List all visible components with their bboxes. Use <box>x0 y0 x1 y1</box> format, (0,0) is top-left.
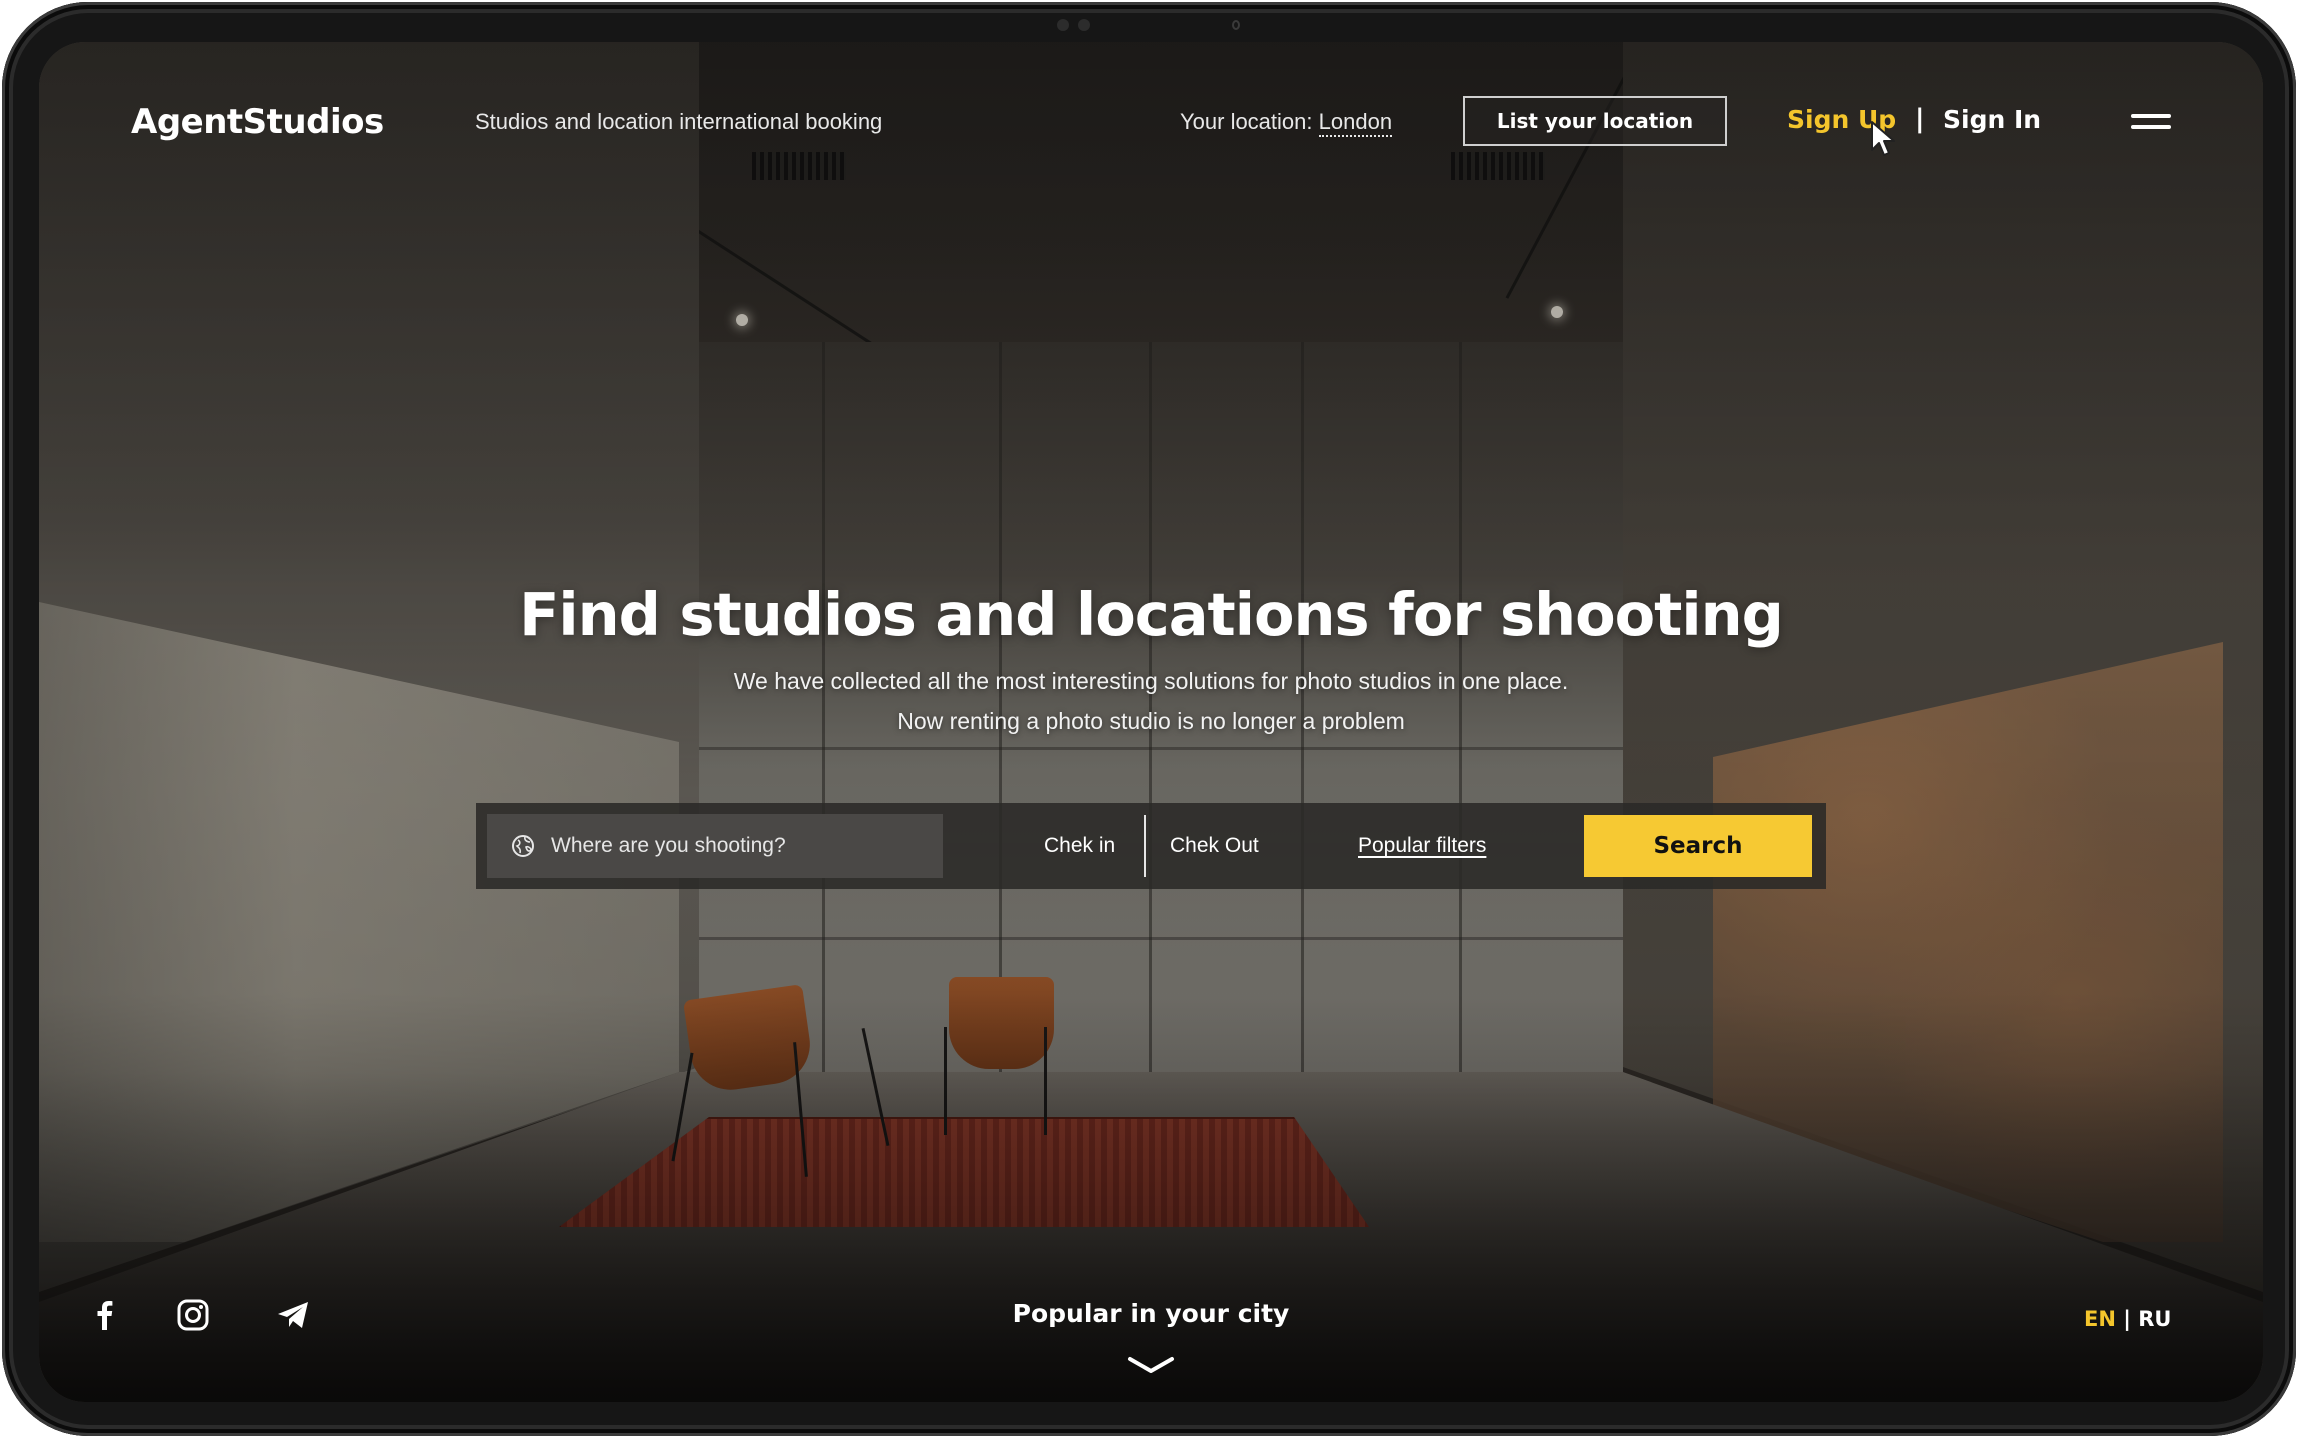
screen: AgentStudios Studios and location intern… <box>39 42 2263 1402</box>
hamburger-menu-icon[interactable] <box>2131 114 2171 132</box>
hero-title: Find studios and locations for shooting <box>519 580 1784 649</box>
logo[interactable]: AgentStudios <box>131 102 384 142</box>
popular-filters-link[interactable]: Popular filters <box>1358 834 1486 858</box>
search-button[interactable]: Search <box>1584 815 1812 877</box>
tagline: Studios and location international booki… <box>475 109 883 134</box>
hero-subtitle-line-2: Now renting a photo studio is no longer … <box>897 708 1405 734</box>
lang-separator: | <box>2123 1307 2131 1331</box>
mouse-cursor-icon <box>1871 121 1895 156</box>
language-switcher: EN | RU <box>2084 1307 2171 1331</box>
device-frame: AgentStudios Studios and location intern… <box>2 2 2296 1436</box>
chevron-down-icon[interactable] <box>1126 1354 1176 1376</box>
search-bar: Where are you shooting? Chek in Chek Out… <box>476 803 1826 889</box>
location-label: Your location: <box>1180 109 1313 134</box>
location-selector[interactable]: Your location: London <box>1180 109 1393 137</box>
sensor-dot <box>1232 20 1240 30</box>
divider <box>1144 815 1146 877</box>
location-city-link[interactable]: London <box>1318 109 1393 137</box>
lang-ru[interactable]: RU <box>2138 1307 2171 1331</box>
auth-separator: | <box>1915 104 1925 134</box>
sign-in-link[interactable]: Sign In <box>1943 105 2041 134</box>
camera-dot <box>1078 19 1090 31</box>
lang-en[interactable]: EN <box>2084 1307 2116 1331</box>
list-your-location-button[interactable]: List your location <box>1463 96 1727 146</box>
menu-line <box>2131 114 2171 118</box>
check-out-field[interactable]: Chek Out <box>1170 834 1259 858</box>
hero-subtitle-line-1: We have collected all the most interesti… <box>733 668 1569 694</box>
popular-in-your-city-label[interactable]: Popular in your city <box>39 1299 2263 1328</box>
camera-dot <box>1057 19 1069 31</box>
where-placeholder: Where are you shooting? <box>551 834 786 857</box>
check-in-field[interactable]: Chek in <box>1044 834 1115 858</box>
menu-line <box>2131 125 2171 129</box>
where-input[interactable]: Where are you shooting? <box>487 814 943 878</box>
globe-icon <box>512 835 534 857</box>
